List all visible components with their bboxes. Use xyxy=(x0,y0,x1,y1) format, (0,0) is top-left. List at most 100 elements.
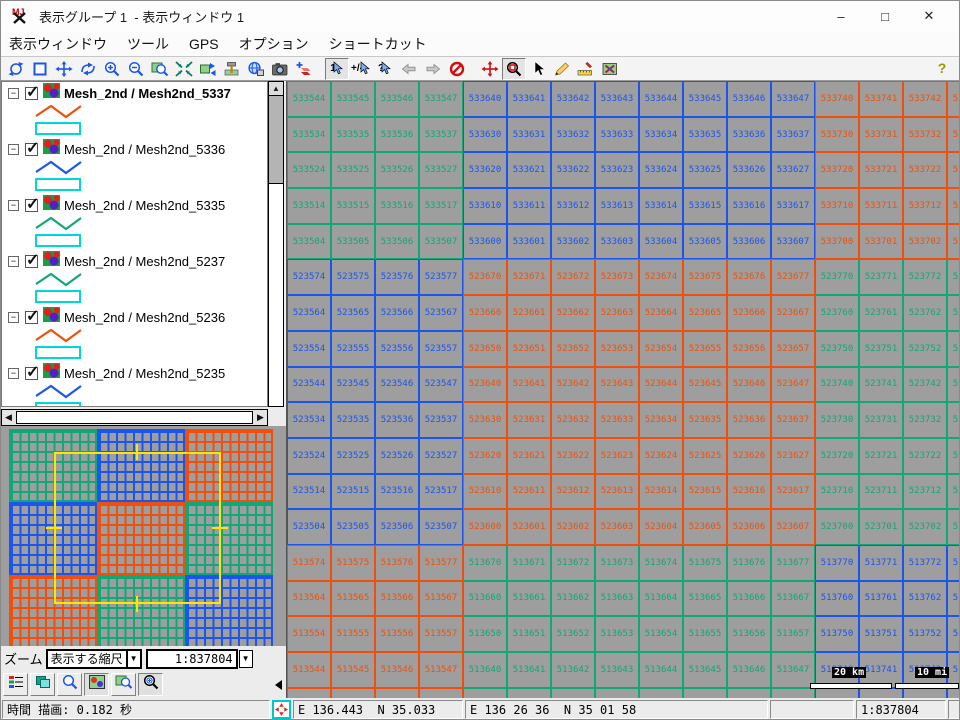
layer-label[interactable]: Mesh_2nd / Mesh2nd_5336 xyxy=(64,142,225,157)
add-overlay-icon xyxy=(295,61,313,77)
layer-label[interactable]: Mesh_2nd / Mesh2nd_5236 xyxy=(64,310,225,325)
layer-label[interactable]: Mesh_2nd / Mesh2nd_5335 xyxy=(64,198,225,213)
panel-collapse-icon[interactable] xyxy=(275,680,282,690)
help-button[interactable]: ? xyxy=(931,57,953,79)
move-tool-button[interactable] xyxy=(478,58,502,80)
layer-visibility-checkbox[interactable] xyxy=(25,255,38,268)
layer-label[interactable]: Mesh_2nd / Mesh2nd_5237 xyxy=(64,254,225,269)
legend-button[interactable] xyxy=(3,673,28,696)
layer-visibility-checkbox[interactable] xyxy=(25,367,38,380)
mesh-cell: 533641 xyxy=(507,81,551,117)
tree-collapse-icon[interactable]: − xyxy=(8,256,19,267)
mesh-cell: 533625 xyxy=(683,152,727,188)
mesh-cell: 523566 xyxy=(375,295,419,331)
redraw-icon xyxy=(7,61,25,77)
scroll-thumb[interactable] xyxy=(269,96,283,184)
close-button[interactable]: ✕ xyxy=(907,1,951,31)
scroll-thumb[interactable] xyxy=(16,411,253,424)
mesh-cell: 523710 xyxy=(815,474,859,510)
chevron-down-icon[interactable]: ▼ xyxy=(126,651,140,667)
select-one-button[interactable]: 1 xyxy=(325,58,349,80)
zoom-box-button[interactable] xyxy=(502,58,526,80)
zoom-out-button[interactable] xyxy=(124,58,148,80)
tree-collapse-icon[interactable]: − xyxy=(8,200,19,211)
view-extent-rect[interactable] xyxy=(54,452,221,604)
mesh-cell: 523631 xyxy=(507,402,551,438)
zoom-plus-button[interactable] xyxy=(138,673,163,696)
mesh-cell: 523527 xyxy=(419,438,463,474)
add-overlay-button[interactable] xyxy=(292,58,316,80)
full-extent-button[interactable] xyxy=(28,58,52,80)
mesh-cell: 513671 xyxy=(507,545,551,581)
zoom-fit-button[interactable] xyxy=(172,58,196,80)
mesh-cell: 523660 xyxy=(463,295,507,331)
minimize-button[interactable]: – xyxy=(819,1,863,31)
view-forward-button[interactable] xyxy=(421,58,445,80)
layer-visibility-checkbox[interactable] xyxy=(25,311,38,324)
layer-visibility-checkbox[interactable] xyxy=(25,143,38,156)
layer-move-button[interactable] xyxy=(196,58,220,80)
layer-label[interactable]: Mesh_2nd / Mesh2nd_5235 xyxy=(64,366,225,381)
zoom-in-button[interactable] xyxy=(100,58,124,80)
mesh-cell: 513650 xyxy=(463,616,507,652)
menu-item-3[interactable]: オプション xyxy=(231,32,321,56)
scale-dropdown-icon[interactable]: ▼ xyxy=(239,650,253,668)
snapshot-icon xyxy=(271,61,289,77)
tree-vertical-scrollbar[interactable]: ▲ xyxy=(268,81,284,407)
redraw-button[interactable] xyxy=(4,58,28,80)
mesh-cell: 523622 xyxy=(551,438,595,474)
tree-collapse-icon[interactable]: − xyxy=(8,144,19,155)
select-plusminus-button[interactable]: +/- xyxy=(349,58,373,80)
layers-button[interactable] xyxy=(30,673,55,696)
mesh-cell: 523646 xyxy=(727,367,771,403)
pan-button[interactable] xyxy=(52,58,76,80)
view-back-button[interactable] xyxy=(397,58,421,80)
maximize-button[interactable]: □ xyxy=(863,1,907,31)
web-service-button[interactable] xyxy=(244,58,268,80)
identify-button[interactable]: ? xyxy=(373,58,397,80)
map-viewport[interactable]: 5335445335455335465335475336405336415336… xyxy=(286,81,960,698)
zoom-mode-select[interactable]: 表示する縮尺 ▼ xyxy=(46,649,142,669)
scroll-left-icon[interactable]: ◀ xyxy=(2,410,15,425)
scroll-up-icon[interactable]: ▲ xyxy=(269,82,283,96)
layer-visibility-checkbox[interactable] xyxy=(25,87,38,100)
tree-collapse-icon[interactable]: − xyxy=(8,88,19,99)
overview-map[interactable] xyxy=(1,426,286,646)
zoom-select-button[interactable] xyxy=(148,58,172,80)
find-button[interactable] xyxy=(57,673,82,696)
mesh-cell: 523647 xyxy=(771,367,815,403)
mesh-cell: 533647 xyxy=(771,81,815,117)
overview-map-button[interactable] xyxy=(84,673,109,696)
mesh-cell: 513673 xyxy=(595,545,639,581)
menu-item-0[interactable]: 表示ウィンドウ xyxy=(1,32,119,56)
layer-label[interactable]: Mesh_2nd / Mesh2nd_5337 xyxy=(64,86,231,101)
pointer-button[interactable] xyxy=(526,58,550,80)
measure-button[interactable] xyxy=(574,58,598,80)
mesh-cell: 523762 xyxy=(903,295,947,331)
mesh-cell: 523514 xyxy=(287,474,331,510)
mesh-cell: 513547 xyxy=(419,652,463,688)
pencil-button[interactable] xyxy=(550,58,574,80)
cancel-draw-button[interactable] xyxy=(445,58,469,80)
zoom-window-button[interactable] xyxy=(111,673,136,696)
layer-visibility-checkbox[interactable] xyxy=(25,199,38,212)
menu-item-2[interactable]: GPS xyxy=(181,34,231,54)
map-edit-button[interactable] xyxy=(598,58,622,80)
mesh-cell: 533623 xyxy=(595,152,639,188)
zoom-label: ズーム xyxy=(4,649,43,668)
menu-item-4[interactable]: ショートカット xyxy=(321,32,439,56)
scale-input[interactable]: 1:837804 xyxy=(146,649,238,669)
scroll-right-icon[interactable]: ▶ xyxy=(254,410,267,425)
menu-item-1[interactable]: ツール xyxy=(119,32,181,56)
tree-collapse-icon[interactable]: − xyxy=(8,368,19,379)
mesh-cell: 523664 xyxy=(639,295,683,331)
tools-button[interactable] xyxy=(220,58,244,80)
tree-collapse-icon[interactable]: − xyxy=(8,312,19,323)
tree-horizontal-scrollbar[interactable]: ◀ ▶ xyxy=(1,409,268,426)
undo-view-button[interactable] xyxy=(76,58,100,80)
mesh-cell: 513654 xyxy=(639,616,683,652)
mesh-cell: 513732 xyxy=(903,688,947,698)
gps-position-icon xyxy=(272,700,291,719)
snapshot-button[interactable] xyxy=(268,58,292,80)
mesh-cell: 513656 xyxy=(727,616,771,652)
